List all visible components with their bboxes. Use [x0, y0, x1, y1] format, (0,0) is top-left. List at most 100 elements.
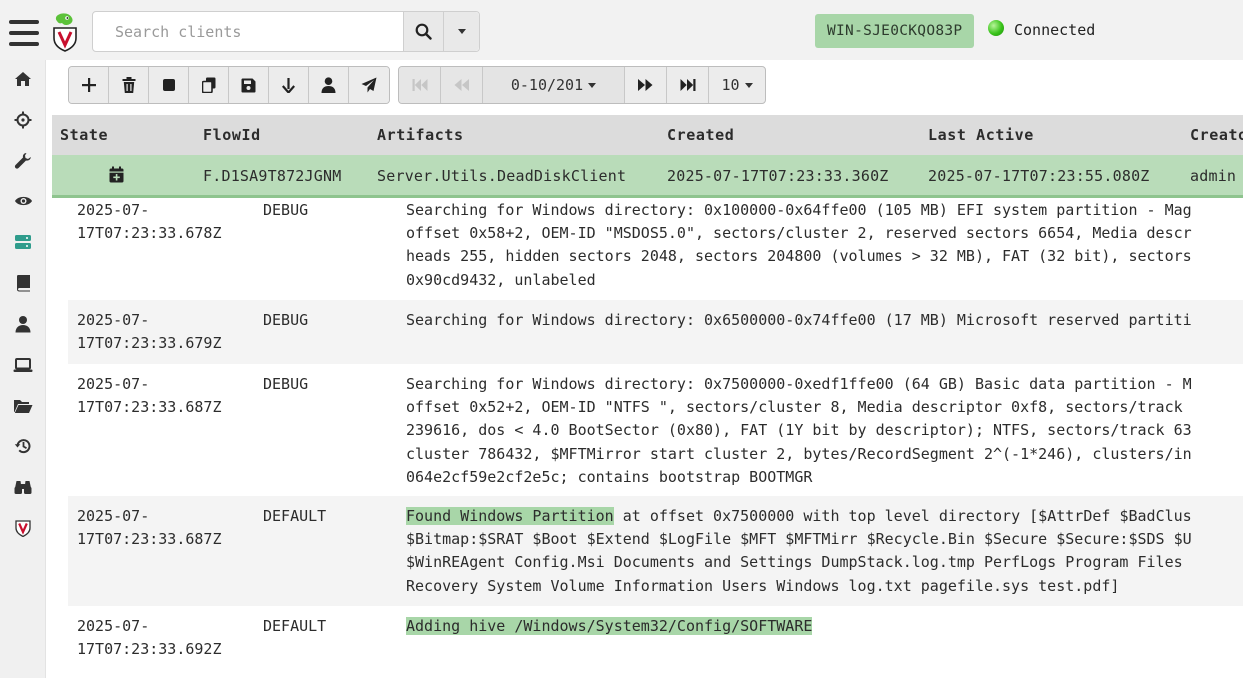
top-bar: WIN-SJE0CKQO83P Connected — [0, 0, 1243, 60]
new-collection-button[interactable] — [69, 67, 109, 103]
download-icon — [282, 77, 295, 93]
page-size-selector[interactable]: 10 — [709, 67, 765, 103]
laptop-icon — [13, 357, 33, 372]
log-message: Searching for Windows directory: 0x10000… — [406, 201, 1192, 289]
copy-icon — [201, 77, 215, 93]
column-header-state[interactable]: State — [60, 126, 108, 144]
page-range-label: 0-10/201 — [510, 76, 584, 94]
skip-backward-icon — [412, 79, 427, 91]
log-row: 2025-07- 17T07:23:33.687Z DEBUG Searchin… — [68, 364, 1243, 496]
pagination-controls: 0-10/201 10 — [398, 66, 766, 104]
log-level: DEBUG — [263, 201, 309, 219]
log-message: Found Windows Partition at offset 0x7500… — [406, 505, 1192, 598]
menu-icon[interactable] — [9, 20, 39, 48]
crosshair-icon — [14, 111, 32, 129]
column-header-created[interactable]: Created — [667, 126, 734, 144]
first-page-button[interactable] — [399, 67, 441, 103]
sidebar-item-velociraptor[interactable] — [0, 513, 46, 543]
home-icon — [15, 72, 31, 86]
sidebar-item-view[interactable] — [0, 186, 46, 216]
log-level: DEBUG — [263, 375, 309, 393]
connection-status-icon — [988, 20, 1004, 36]
chevron-down-icon — [744, 82, 753, 88]
chevron-down-icon — [588, 82, 597, 88]
flow-id[interactable]: F.D1SA9T872JGNM — [203, 167, 341, 185]
search-button[interactable] — [403, 12, 443, 51]
search-icon — [415, 23, 432, 40]
delete-collection-button[interactable] — [109, 67, 149, 103]
stop-collection-button[interactable] — [149, 67, 189, 103]
log-row: 2025-07- 17T07:23:33.687Z DEFAULT Found … — [68, 496, 1243, 606]
sidebar-item-history[interactable] — [0, 431, 46, 461]
sidebar-item-servers[interactable] — [0, 227, 46, 257]
log-message: Searching for Windows directory: 0x65000… — [406, 311, 1192, 329]
user-collection-button[interactable] — [309, 67, 349, 103]
save-collection-button[interactable] — [229, 67, 269, 103]
log-time: 2025-07- 17T07:23:33.692Z — [77, 617, 222, 659]
save-icon — [241, 78, 256, 92]
backward-icon — [454, 79, 469, 91]
sidebar-item-hunt[interactable] — [0, 105, 46, 135]
log-level: DEFAULT — [263, 617, 327, 635]
sidebar-item-search[interactable] — [0, 472, 46, 502]
log-row: 2025-07- 17T07:23:33.692Z DEFAULT Adding… — [68, 606, 1243, 678]
log-message: Searching for Windows directory: 0x75000… — [406, 375, 1192, 486]
server-icon — [15, 235, 31, 249]
flow-last-active: 2025-07-17T07:23:55.080Z — [928, 167, 1150, 185]
page-size-label: 10 — [721, 76, 740, 94]
last-page-button[interactable] — [667, 67, 709, 103]
velociraptor-logo[interactable] — [50, 12, 80, 52]
history-icon — [14, 439, 31, 454]
search-dropdown-button[interactable] — [443, 12, 479, 51]
stop-icon — [162, 79, 175, 91]
wrench-icon — [14, 153, 31, 169]
flow-log-table: 2025-07- 17T07:23:33.678Z DEBUG Searchin… — [68, 198, 1243, 678]
page-range-selector[interactable]: 0-10/201 — [483, 67, 625, 103]
book-icon — [16, 275, 30, 292]
calendar-plus-icon — [109, 166, 124, 187]
sidebar — [0, 60, 46, 678]
copy-collection-button[interactable] — [189, 67, 229, 103]
column-header-artifacts[interactable]: Artifacts — [377, 126, 464, 144]
column-header-flowid[interactable]: FlowId — [203, 126, 261, 144]
sidebar-item-clients[interactable] — [0, 350, 46, 380]
sidebar-item-home[interactable] — [0, 64, 46, 94]
chevron-down-icon — [457, 29, 466, 34]
folder-icon — [14, 400, 33, 413]
log-time: 2025-07- 17T07:23:33.679Z — [77, 311, 222, 353]
search-input[interactable] — [93, 12, 403, 51]
flow-created: 2025-07-17T07:23:33.360Z — [667, 167, 889, 185]
log-row: 2025-07- 17T07:23:33.678Z DEBUG Searchin… — [68, 198, 1243, 300]
log-message: Adding hive /Windows/System32/Config/SOF… — [406, 615, 813, 638]
column-header-last-active[interactable]: Last Active — [928, 126, 1034, 144]
log-message-highlight: Adding hive /Windows/System32/Config/SOF… — [406, 617, 813, 635]
binoculars-icon — [14, 481, 32, 494]
user-icon — [321, 77, 336, 93]
connection-status-label: Connected — [1014, 21, 1096, 39]
table-row[interactable]: F.D1SA9T872JGNM Server.Utils.DeadDiskCli… — [52, 155, 1243, 198]
sidebar-item-users[interactable] — [0, 309, 46, 339]
client-id-badge[interactable]: WIN-SJE0CKQO83P — [815, 14, 975, 48]
trash-icon — [122, 77, 135, 93]
shield-v-icon — [15, 520, 31, 537]
log-time: 2025-07- 17T07:23:33.678Z — [77, 201, 222, 243]
sidebar-item-tools[interactable] — [0, 146, 46, 176]
flows-table-header: State FlowId Artifacts Created Last Acti… — [52, 115, 1243, 155]
previous-page-button[interactable] — [441, 67, 483, 103]
skip-forward-icon — [680, 79, 695, 91]
sidebar-item-notebook[interactable] — [0, 268, 46, 298]
plus-icon — [81, 78, 96, 92]
flow-creator: admin — [1190, 167, 1237, 185]
forward-icon — [638, 79, 653, 91]
column-header-creator[interactable]: Creato — [1190, 126, 1243, 144]
send-collection-button[interactable] — [349, 67, 389, 103]
download-results-button[interactable] — [269, 67, 309, 103]
sidebar-item-files[interactable] — [0, 391, 46, 421]
next-page-button[interactable] — [625, 67, 667, 103]
log-row: 2025-07- 17T07:23:33.679Z DEBUG Searchin… — [68, 300, 1243, 364]
log-level: DEBUG — [263, 311, 309, 329]
log-time: 2025-07- 17T07:23:33.687Z — [77, 375, 222, 417]
flow-artifacts: Server.Utils.DeadDiskClient — [377, 167, 627, 185]
log-time: 2025-07- 17T07:23:33.687Z — [77, 507, 222, 549]
send-icon — [361, 77, 377, 93]
